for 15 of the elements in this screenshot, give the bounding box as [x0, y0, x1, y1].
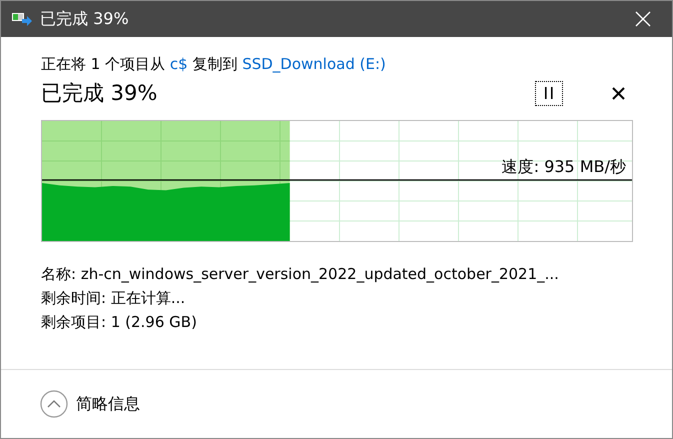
- progress-status: 已完成 39%: [41, 80, 158, 107]
- pause-button[interactable]: [535, 80, 563, 106]
- detail-line: 剩余项目: 1 (2.96 GB): [41, 312, 198, 333]
- folder-link[interactable]: c$: [170, 55, 188, 73]
- folder-link[interactable]: SSD_Download (E:): [242, 55, 386, 73]
- details-toggle[interactable]: 简略信息: [40, 390, 140, 418]
- detail-line: 剩余时间: 正在计算...: [41, 288, 186, 309]
- pause-icon: [544, 87, 554, 99]
- detail-line: 名称: zh-cn_windows_server_version_2022_updated_october_2021_...: [41, 264, 560, 285]
- copy-icon: [12, 12, 32, 26]
- speed-label: 速度: 935 MB/秒: [502, 157, 626, 176]
- chevron-up-icon: [40, 390, 68, 418]
- window-title: 已完成 39%: [40, 8, 130, 30]
- cancel-icon: [612, 86, 624, 100]
- copy-description: 正在将 1 个项目从 c$ 复制到 SSD_Download (E:): [41, 55, 387, 74]
